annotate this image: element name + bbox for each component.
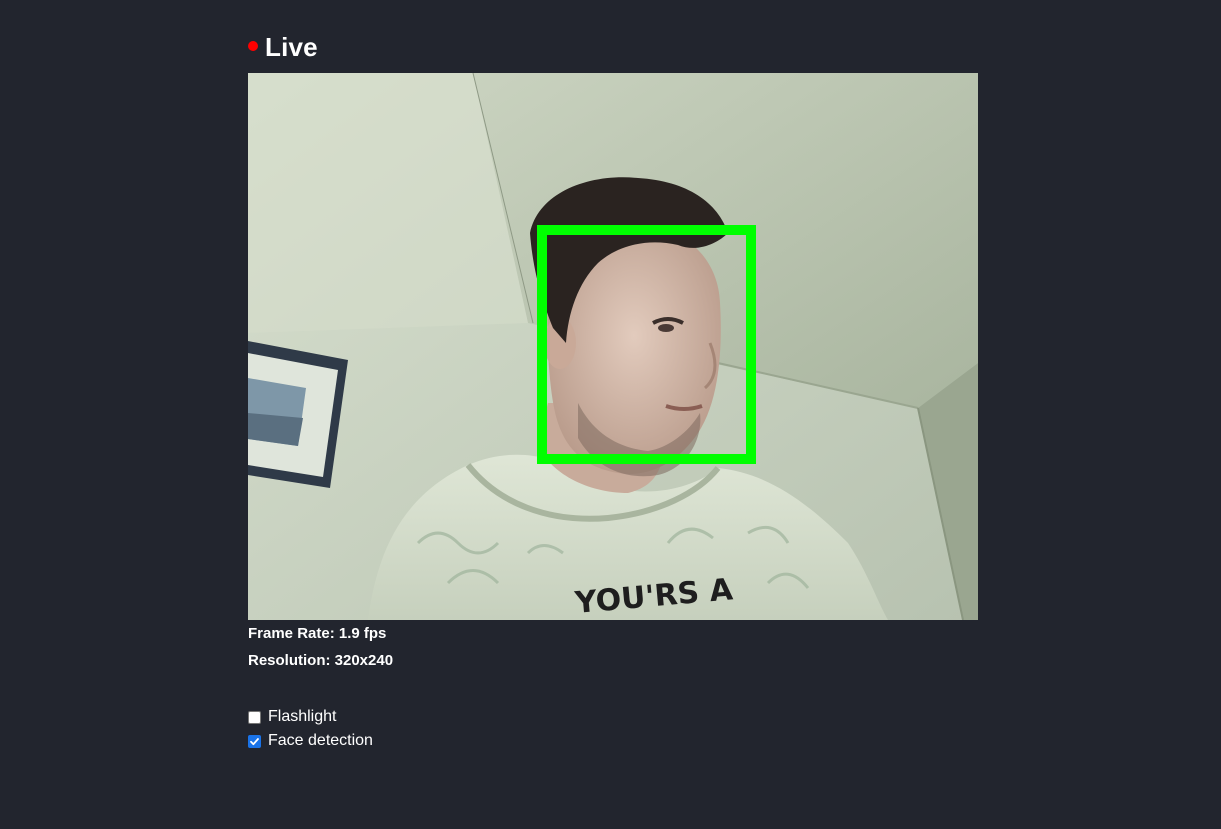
camera-feed: YOU'RS A: [248, 73, 978, 620]
check-icon: [250, 737, 259, 745]
flashlight-toggle-row[interactable]: Flashlight: [248, 705, 373, 729]
camera-feed-image: YOU'RS A: [248, 73, 978, 620]
face-detection-toggle-row[interactable]: Face detection: [248, 729, 373, 753]
controls-panel: Flashlight Face detection: [248, 705, 373, 753]
flashlight-label[interactable]: Flashlight: [268, 708, 336, 726]
stream-header: Live: [248, 30, 978, 64]
frame-rate-text: Frame Rate: 1.9 fps: [248, 625, 387, 642]
face-detection-checkbox[interactable]: [248, 734, 261, 748]
page-title: Live: [265, 31, 318, 62]
live-indicator-dot: [248, 41, 258, 51]
flashlight-checkbox[interactable]: [248, 710, 261, 724]
stream-panel: Live YOU'RS A Frame Rate: 1.9 fps Resolu…: [248, 30, 978, 749]
face-detection-label[interactable]: Face detection: [268, 732, 373, 750]
resolution-text: Resolution: 320x240: [248, 652, 394, 669]
stream-stats: Frame Rate: 1.9 fps Resolution: 320x240: [248, 626, 393, 680]
